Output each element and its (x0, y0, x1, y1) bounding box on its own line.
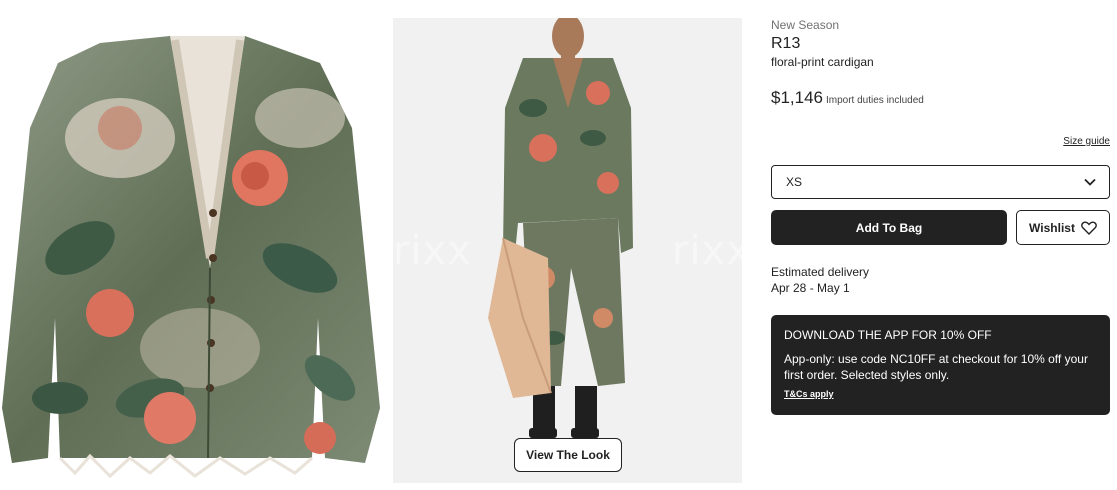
chevron-down-icon (1084, 178, 1096, 186)
cardigan-illustration (2, 36, 380, 479)
price-row: $1,146 Import duties included (771, 88, 1110, 108)
delivery-range: Apr 28 - May 1 (771, 281, 850, 295)
brand-name[interactable]: R13 (771, 35, 1110, 53)
view-the-look-button[interactable]: View The Look (514, 438, 622, 472)
duties-note: Import duties included (826, 95, 924, 106)
app-promo-banner: DOWNLOAD THE APP FOR 10% OFF App-only: u… (771, 315, 1110, 415)
promo-title: DOWNLOAD THE APP FOR 10% OFF (784, 328, 992, 342)
wishlist-label: Wishlist (1029, 220, 1075, 235)
size-select-value: XS (786, 175, 803, 189)
add-to-bag-button[interactable]: Add To Bag (771, 210, 1007, 245)
product-name: floral-print cardigan (771, 55, 874, 69)
estimated-delivery: Estimated delivery Apr 28 - May 1 (771, 264, 869, 296)
product-image-main[interactable] (0, 18, 383, 483)
heart-icon (1081, 221, 1097, 235)
product-details: New Season R13 floral-print cardigan $1,… (771, 18, 1110, 415)
size-guide-link[interactable]: Size guide (1063, 136, 1110, 147)
promo-body: App-only: use code NC10FF at checkout fo… (784, 352, 1088, 382)
wishlist-button[interactable]: Wishlist (1016, 210, 1110, 245)
delivery-label: Estimated delivery (771, 265, 870, 279)
watermark-text: rixx (393, 228, 472, 274)
watermark-text: rixx (672, 228, 751, 274)
terms-link[interactable]: T&Cs apply (784, 389, 834, 399)
season-label: New Season (771, 18, 840, 32)
product-price: $1,146 (771, 88, 823, 107)
size-select[interactable]: XS (771, 165, 1110, 199)
